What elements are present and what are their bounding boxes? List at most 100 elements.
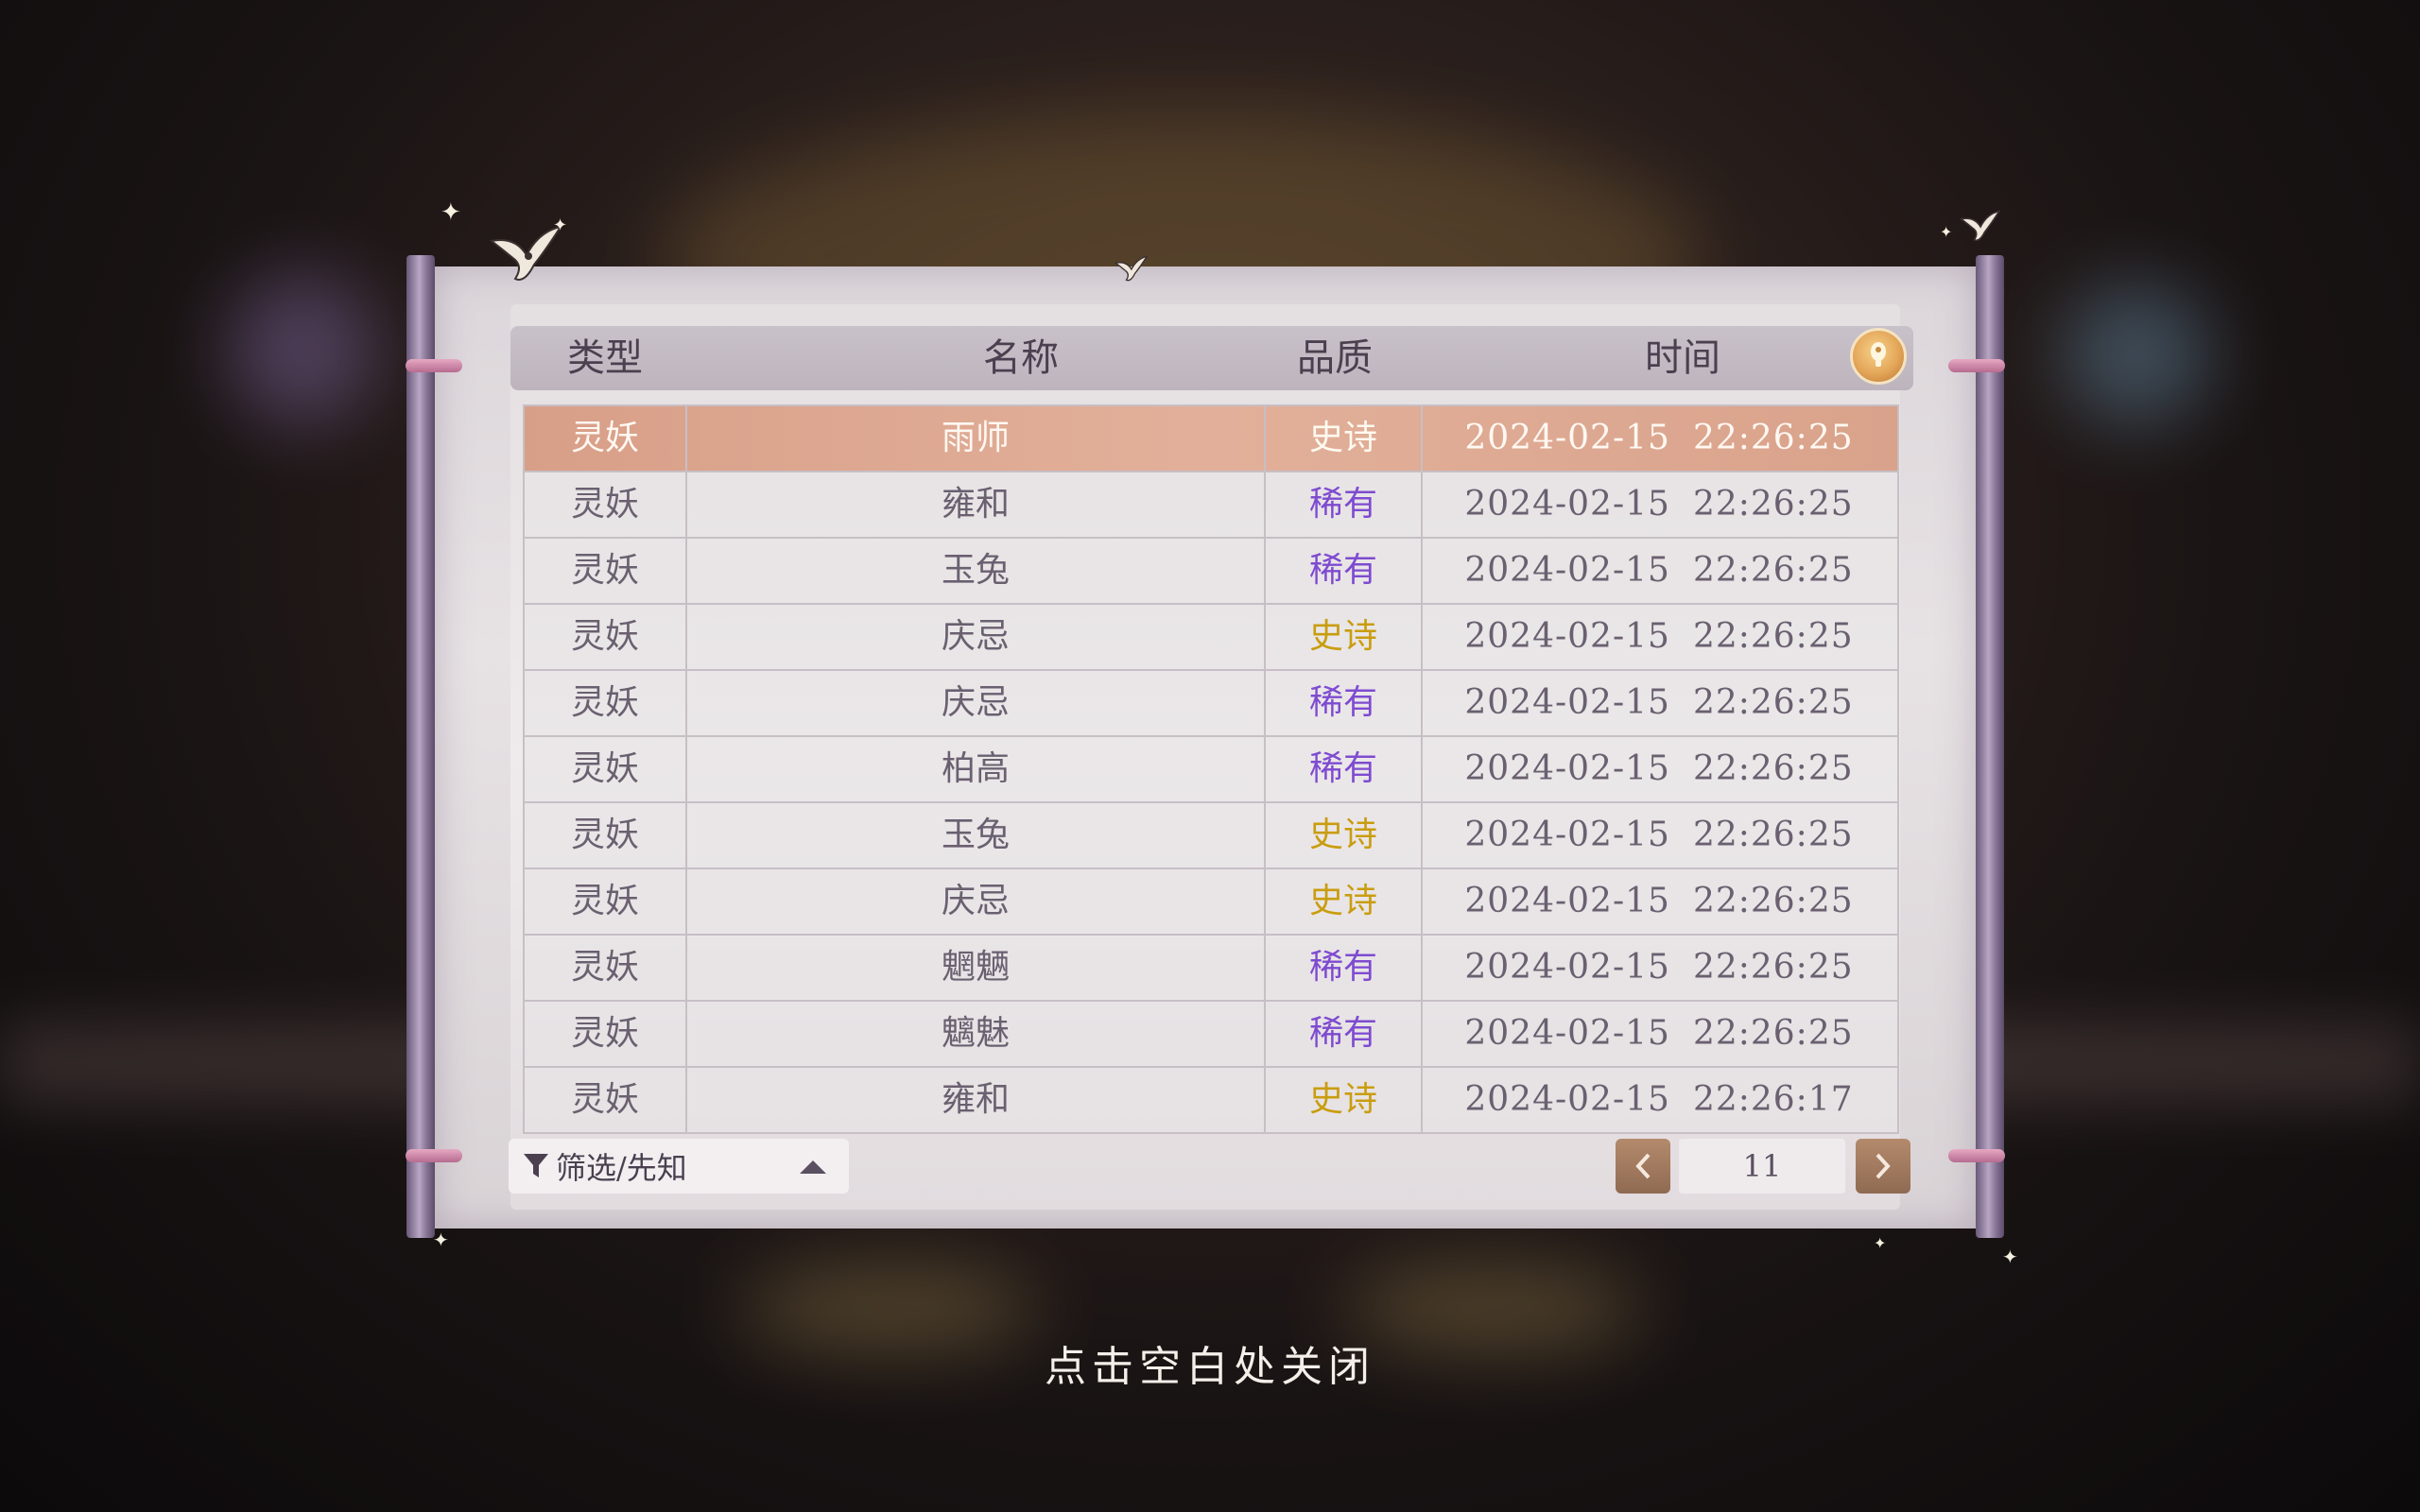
- cell-clock-text: 22:26:25: [1692, 485, 1854, 524]
- cell-type: 灵妖: [525, 1068, 687, 1132]
- filter-dropdown[interactable]: 筛选/先知: [509, 1139, 849, 1194]
- cell-quality: 史诗: [1266, 406, 1423, 471]
- sparkle-icon: ✦: [1940, 223, 1953, 241]
- cell-clock-text: 22:26:25: [1692, 749, 1854, 788]
- cell-time: 2024-02-15 22:26:25: [1423, 869, 1895, 934]
- cell-clock-text: 22:26:25: [1692, 816, 1854, 854]
- filter-label: 筛选/先知: [556, 1150, 687, 1186]
- cell-type: 灵妖: [525, 539, 687, 603]
- cell-type: 灵妖: [525, 1002, 687, 1066]
- sparkle-icon: ✦: [2002, 1246, 2018, 1268]
- cell-clock-text: 22:26:25: [1692, 551, 1854, 590]
- cell-name: 雨师: [687, 406, 1266, 471]
- info-button[interactable]: [1850, 328, 1907, 385]
- chevron-left-icon: [1635, 1153, 1651, 1179]
- swallow-icon: [489, 225, 562, 281]
- cell-name: 玉兔: [687, 803, 1266, 868]
- cell-time: 2024-02-15 22:26:17: [1423, 1068, 1895, 1132]
- table-row[interactable]: 灵妖 庆忌 史诗 2024-02-15 22:26:25: [525, 605, 1897, 671]
- cell-clock-text: 22:26:25: [1692, 1014, 1854, 1053]
- scroll-knob: [1948, 359, 2005, 372]
- cell-quality: 史诗: [1266, 803, 1423, 868]
- cell-date-text: 2024-02-15: [1464, 882, 1670, 920]
- table-row[interactable]: 灵妖 玉兔 史诗 2024-02-15 22:26:25: [525, 803, 1897, 869]
- cell-date-text: 2024-02-15: [1464, 749, 1670, 788]
- cell-name: 玉兔: [687, 539, 1266, 603]
- cell-date-text: 2024-02-15: [1464, 485, 1670, 524]
- cell-date-text: 2024-02-15: [1464, 1080, 1670, 1119]
- table-row[interactable]: 灵妖 雍和 稀有 2024-02-15 22:26:25: [525, 472, 1897, 539]
- cell-time: 2024-02-15 22:26:25: [1423, 1002, 1895, 1066]
- funnel-icon: [524, 1154, 548, 1177]
- page-number: 11: [1679, 1139, 1845, 1194]
- background-glow: [2061, 284, 2212, 425]
- cell-type: 灵妖: [525, 406, 687, 471]
- cell-time: 2024-02-15 22:26:25: [1423, 539, 1895, 603]
- cell-type: 灵妖: [525, 671, 687, 735]
- cell-clock-text: 22:26:25: [1692, 617, 1854, 656]
- sparkle-icon: ✦: [441, 198, 461, 227]
- header-type: 类型: [567, 336, 643, 380]
- cell-time: 2024-02-15 22:26:25: [1423, 936, 1895, 1000]
- cell-name: 庆忌: [687, 605, 1266, 669]
- triangle-up-icon: [800, 1160, 826, 1174]
- cell-date-text: 2024-02-15: [1464, 948, 1670, 987]
- table-row[interactable]: 灵妖 庆忌 史诗 2024-02-15 22:26:25: [525, 869, 1897, 936]
- cell-quality: 稀有: [1266, 472, 1423, 537]
- cell-clock-text: 22:26:25: [1692, 419, 1854, 457]
- cell-name: 雍和: [687, 472, 1266, 537]
- scroll-knob: [406, 359, 462, 372]
- table-row[interactable]: 灵妖 玉兔 稀有 2024-02-15 22:26:25: [525, 539, 1897, 605]
- cell-clock-text: 22:26:25: [1692, 948, 1854, 987]
- cell-quality: 史诗: [1266, 1068, 1423, 1132]
- cell-type: 灵妖: [525, 605, 687, 669]
- cell-clock-text: 22:26:25: [1692, 683, 1854, 722]
- cell-quality: 史诗: [1266, 869, 1423, 934]
- cell-name: 魑魅: [687, 1002, 1266, 1066]
- table-row[interactable]: 灵妖 柏高 稀有 2024-02-15 22:26:25: [525, 737, 1897, 803]
- table-row[interactable]: 灵妖 雨师 史诗 2024-02-15 22:26:25: [525, 406, 1897, 472]
- cell-date-text: 2024-02-15: [1464, 1014, 1670, 1053]
- cell-time: 2024-02-15 22:26:25: [1423, 671, 1895, 735]
- cell-name: 魍魉: [687, 936, 1266, 1000]
- cell-time: 2024-02-15 22:26:25: [1423, 472, 1895, 537]
- cell-time: 2024-02-15 22:26:25: [1423, 737, 1895, 801]
- scroll-knob: [406, 1149, 462, 1162]
- close-hint[interactable]: 点击空白处关闭: [0, 1332, 2420, 1393]
- scroll-rod-left: [406, 255, 435, 1238]
- swallow-icon: [1959, 210, 2000, 242]
- cell-date-text: 2024-02-15: [1464, 551, 1670, 590]
- cell-quality: 稀有: [1266, 936, 1423, 1000]
- cell-time: 2024-02-15 22:26:25: [1423, 406, 1895, 471]
- cell-type: 灵妖: [525, 472, 687, 537]
- header-name: 名称: [983, 336, 1059, 380]
- cell-quality: 稀有: [1266, 671, 1423, 735]
- cell-date-text: 2024-02-15: [1464, 683, 1670, 722]
- table-row[interactable]: 灵妖 雍和 史诗 2024-02-15 22:26:17: [525, 1068, 1897, 1134]
- table-row[interactable]: 灵妖 魍魉 稀有 2024-02-15 22:26:25: [525, 936, 1897, 1002]
- cell-type: 灵妖: [525, 936, 687, 1000]
- next-page-button[interactable]: [1856, 1139, 1910, 1194]
- cell-clock-text: 22:26:17: [1692, 1080, 1854, 1119]
- prev-page-button[interactable]: [1616, 1139, 1670, 1194]
- cell-clock-text: 22:26:25: [1692, 882, 1854, 920]
- table-row[interactable]: 灵妖 魑魅 稀有 2024-02-15 22:26:25: [525, 1002, 1897, 1068]
- cell-quality: 史诗: [1266, 605, 1423, 669]
- cell-quality: 稀有: [1266, 1002, 1423, 1066]
- cell-name: 柏高: [687, 737, 1266, 801]
- cell-date-text: 2024-02-15: [1464, 816, 1670, 854]
- scroll-knob: [1948, 1149, 2005, 1162]
- header-quality: 品质: [1297, 336, 1373, 380]
- cell-type: 灵妖: [525, 869, 687, 934]
- info-exclamation-icon: [1871, 342, 1886, 367]
- scroll-rod-right: [1976, 255, 2004, 1238]
- sparkle-icon: ✦: [553, 215, 568, 235]
- sparkle-icon: ✦: [433, 1228, 449, 1251]
- cell-quality: 稀有: [1266, 539, 1423, 603]
- cell-quality: 稀有: [1266, 737, 1423, 801]
- cell-name: 雍和: [687, 1068, 1266, 1132]
- cell-date-text: 2024-02-15: [1464, 617, 1670, 656]
- cell-date-text: 2024-02-15: [1464, 419, 1670, 457]
- swallow-icon: [1114, 255, 1148, 282]
- table-row[interactable]: 灵妖 庆忌 稀有 2024-02-15 22:26:25: [525, 671, 1897, 737]
